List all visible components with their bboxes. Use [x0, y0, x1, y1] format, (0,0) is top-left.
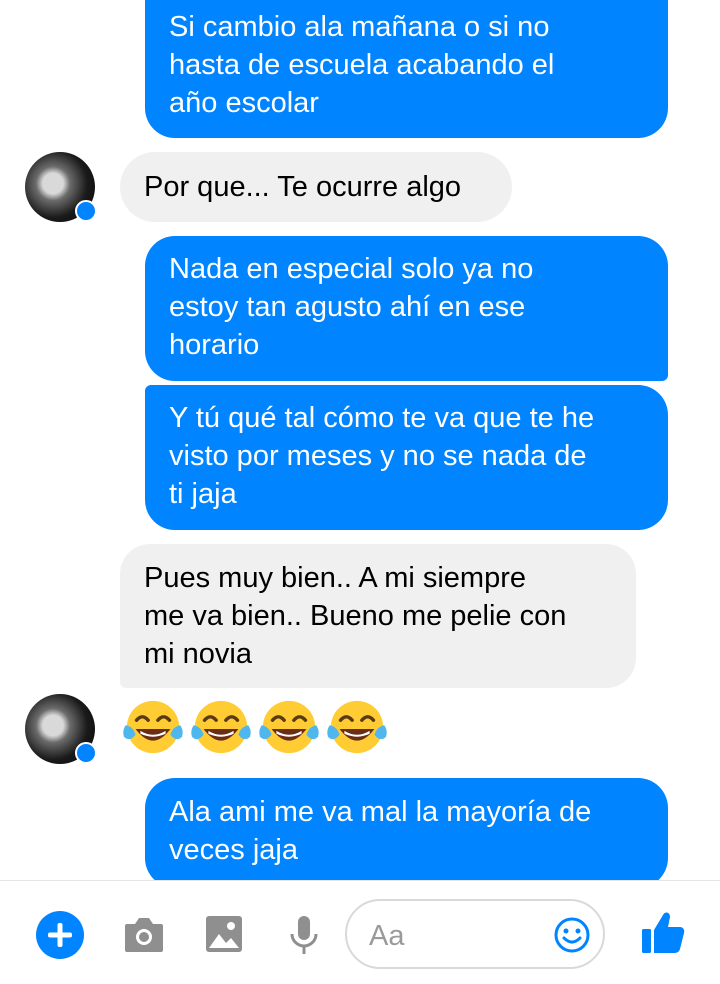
tears-of-joy-emoji-icon: [259, 700, 319, 754]
messenger-badge-icon: [75, 200, 97, 222]
message-input[interactable]: Aa: [345, 899, 605, 969]
outgoing-message[interactable]: Si cambio ala mañana o si no hasta de es…: [145, 0, 668, 138]
message-text: Pues muy bien.. A mi siempre me va bien.…: [144, 562, 567, 670]
message-text: Y tú qué tal cómo te va que te he visto …: [169, 402, 595, 510]
thumbs-up-icon[interactable]: [640, 909, 686, 955]
outgoing-message[interactable]: Nada en especial solo ya no estoy tan ag…: [145, 236, 668, 381]
incoming-message[interactable]: Por que... Te ocurre algo: [120, 152, 512, 222]
microphone-icon[interactable]: [288, 914, 320, 956]
camera-icon[interactable]: [123, 916, 165, 954]
contact-avatar[interactable]: [25, 694, 97, 764]
plus-icon[interactable]: [36, 911, 84, 959]
message-text: Si cambio ala mañana o si no hasta de es…: [169, 11, 555, 119]
tears-of-joy-emoji-icon: [123, 700, 183, 754]
message-text: Por que... Te ocurre algo: [144, 171, 462, 203]
composer-bar: Aa: [0, 880, 720, 984]
incoming-message[interactable]: Pues muy bien.. A mi siempre me va bien.…: [120, 544, 636, 688]
smiley-icon[interactable]: [553, 916, 591, 954]
emoji-message[interactable]: [122, 694, 392, 760]
outgoing-message[interactable]: Y tú qué tal cómo te va que te he visto …: [145, 385, 668, 530]
outgoing-message[interactable]: Ala ami me va mal la mayoría de veces ja…: [145, 778, 668, 888]
input-placeholder: Aa: [369, 920, 405, 952]
message-text: Ala ami me va mal la mayoría de veces ja…: [169, 796, 592, 866]
tears-of-joy-emoji-icon: [327, 700, 387, 754]
tears-of-joy-emoji-icon: [191, 700, 251, 754]
message-text: Nada en especial solo ya no estoy tan ag…: [169, 253, 534, 361]
image-icon[interactable]: [205, 915, 243, 953]
contact-avatar[interactable]: [25, 152, 97, 222]
messenger-badge-icon: [75, 742, 97, 764]
